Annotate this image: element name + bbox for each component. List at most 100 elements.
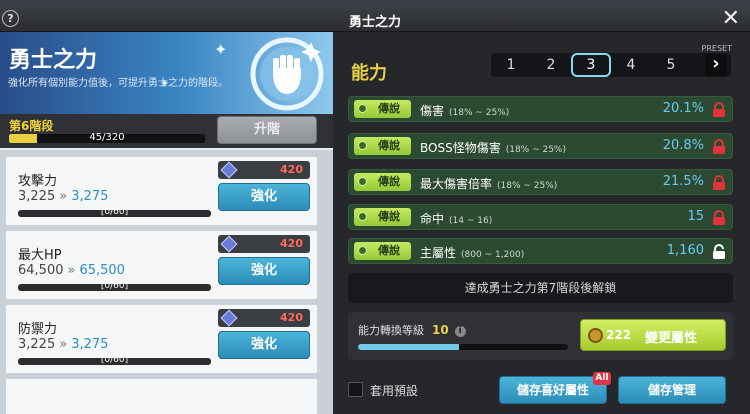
change-label: 變更屬性	[645, 331, 698, 346]
stat-values: 3,225» 3,275	[18, 189, 108, 204]
preset-tab-1[interactable]: 1	[491, 53, 531, 77]
enhance-button[interactable]: 強化	[218, 257, 310, 285]
rarity-label: 傳說	[378, 102, 400, 115]
rarity-label: 傳說	[378, 210, 400, 223]
ability-row: 傳說 最大傷害倍率 (18% ~ 25%) 21.5%	[348, 169, 733, 195]
ability-range: (18% ~ 25%)	[505, 145, 566, 155]
stat-card: 防禦力 3,225» 3,275 [0/60] 420 強化	[5, 304, 318, 374]
cost-amount: 420	[280, 311, 303, 324]
lock-icon[interactable]	[712, 102, 726, 117]
rarity-dot-icon	[358, 246, 367, 255]
ability-name: 傷害 (18% ~ 25%)	[420, 102, 509, 119]
preset-tab-4[interactable]: 4	[611, 53, 651, 77]
ability-name-text: BOSS怪物傷害	[420, 141, 501, 155]
rarity-badge: 傳說	[354, 208, 411, 226]
cost-box: 420	[218, 161, 310, 179]
rarity-label: 傳說	[378, 175, 400, 188]
coin-icon	[588, 328, 603, 343]
stat-current: 3,225	[18, 189, 56, 204]
cost-box: 420	[218, 235, 310, 253]
background-strip	[0, 0, 750, 8]
arrow-icon: »	[67, 263, 76, 278]
preset-next-button[interactable]: ›	[705, 54, 727, 76]
panel-description: 強化所有個別能力值後，可提升勇士之力的階段。	[8, 78, 228, 89]
rarity-label: 傳說	[378, 244, 400, 257]
unlock-icon[interactable]	[712, 244, 726, 259]
stat-name: 攻擊力	[18, 174, 58, 189]
conversion-progress-bar	[358, 344, 568, 350]
close-button[interactable]: ✕	[722, 6, 740, 31]
cost-box: 420	[218, 309, 310, 327]
stat-values: 64,500» 65,500	[18, 263, 125, 278]
ability-heading: 能力	[351, 63, 387, 84]
save-favorite-button[interactable]: 儲存喜好屬性	[499, 376, 607, 404]
cost-amount: 420	[280, 163, 303, 176]
save-manage-button[interactable]: 儲存管理	[618, 376, 726, 404]
stat-next: 3,275	[71, 337, 109, 352]
info-icon[interactable]: i	[454, 326, 466, 337]
warrior-power-window: ? 勇士之力 ✕ 勇士之力 強化所有個別能力值後，可提升勇士之力的階段。 ✦ ✦…	[0, 6, 750, 414]
panel-title: 勇士之力	[9, 48, 98, 73]
rarity-badge: 傳說	[354, 242, 411, 260]
ability-name: BOSS怪物傷害 (18% ~ 25%)	[420, 139, 566, 156]
stat-card: 攻擊力 3,225» 3,275 [0/60] 420 強化	[5, 156, 318, 226]
ability-range: (800 ~ 1,200)	[461, 250, 525, 260]
stat-card-list[interactable]: 攻擊力 3,225» 3,275 [0/60] 420 強化 最大HP 64,50…	[0, 150, 333, 414]
gem-icon	[220, 235, 238, 253]
stat-next: 3,275	[71, 189, 109, 204]
stat-card: 最大HP 64,500» 65,500 [0/60] 420 強化	[5, 230, 318, 300]
arrow-icon: »	[59, 337, 68, 352]
ability-value: 21.5%	[662, 174, 704, 189]
ability-range: (18% ~ 25%)	[497, 181, 558, 191]
lock-icon[interactable]	[712, 175, 726, 190]
enhance-button[interactable]: 強化	[218, 331, 310, 359]
title-bar: ? 勇士之力 ✕	[0, 6, 750, 32]
fist-emblem-icon	[250, 37, 324, 111]
stat-progress-text: [0/60]	[100, 207, 129, 217]
preset-tabs: 1 2 3 4 5	[491, 53, 731, 77]
right-panel: 能力 PRESET 1 2 3 4 5 › 傳說 傷害 (18% ~ 25%) 2…	[333, 32, 750, 414]
window-title: 勇士之力	[348, 15, 401, 30]
ability-row: 傳說 命中 (14 ~ 16) 15	[348, 204, 733, 230]
stat-current: 64,500	[18, 263, 64, 278]
preset-tab-2[interactable]: 2	[531, 53, 571, 77]
sparkle-icon: ✦	[160, 77, 170, 90]
preset-tab-3[interactable]: 3	[571, 53, 611, 77]
conversion-label-text: 能力轉換等級	[358, 324, 424, 337]
stat-card-partial	[5, 378, 318, 414]
ability-row: 傳說 BOSS怪物傷害 (18% ~ 25%) 20.8%	[348, 133, 733, 159]
ability-value: 1,160	[666, 243, 704, 258]
ability-name-text: 命中	[420, 212, 445, 226]
stat-current: 3,225	[18, 337, 56, 352]
stat-values: 3,225» 3,275	[18, 337, 108, 352]
sparkle-icon: ✦	[214, 40, 228, 59]
use-preset-checkbox[interactable]	[348, 382, 363, 397]
change-cost: 222	[606, 328, 632, 342]
enhance-button[interactable]: 強化	[218, 183, 310, 211]
upgrade-stage-button[interactable]: 升階	[217, 116, 317, 144]
ability-range: (18% ~ 25%)	[449, 108, 510, 118]
conversion-label: 能力轉換等級 10 i	[358, 322, 466, 338]
lock-icon[interactable]	[712, 210, 726, 225]
preset-tab-5[interactable]: 5	[651, 53, 691, 77]
all-badge: All	[593, 372, 611, 385]
rarity-label: 傳說	[378, 139, 400, 152]
stat-name: 最大HP	[18, 248, 62, 263]
rarity-badge: 傳說	[354, 137, 411, 155]
change-attribute-button[interactable]: 222 變更屬性	[580, 319, 726, 351]
preset-label: PRESET	[701, 44, 732, 53]
left-panel: 勇士之力 強化所有個別能力值後，可提升勇士之力的階段。 ✦ ✦ 第6階段 45/…	[0, 32, 333, 414]
conversion-progress-fill	[358, 344, 459, 350]
lock-icon[interactable]	[712, 139, 726, 154]
cost-amount: 420	[280, 237, 303, 250]
ability-row: 傳說 主屬性 (800 ~ 1,200) 1,160	[348, 238, 733, 264]
ability-name: 最大傷害倍率 (18% ~ 25%)	[420, 175, 557, 192]
ability-value: 20.1%	[662, 101, 704, 116]
ability-value: 20.8%	[662, 138, 704, 153]
rarity-dot-icon	[358, 212, 367, 221]
stage-progress-text: 45/320	[89, 132, 125, 143]
rarity-badge: 傳說	[354, 173, 411, 191]
ability-range: (14 ~ 16)	[449, 216, 493, 226]
stat-progress-text: [0/60]	[100, 281, 129, 291]
rarity-dot-icon	[358, 177, 367, 186]
